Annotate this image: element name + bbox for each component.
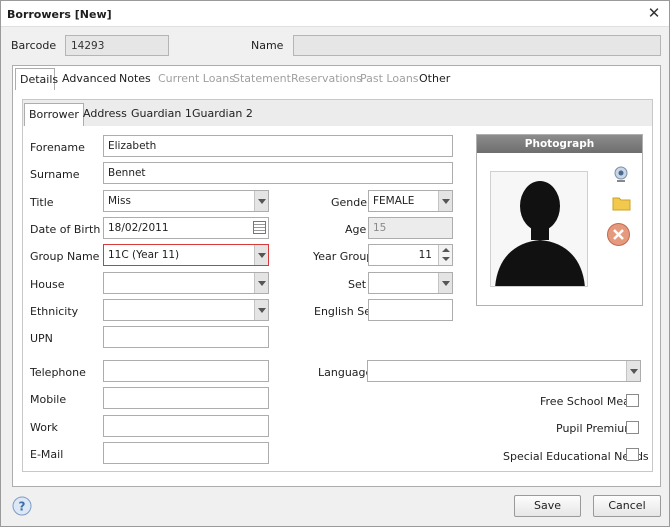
title-select[interactable]: Miss [103,190,269,212]
photograph-header: Photograph [477,135,642,153]
age-field: 15 [368,217,453,239]
group-name-select[interactable]: 11C (Year 11) [103,244,269,266]
tab-advanced[interactable]: Advanced [58,68,120,90]
ethnicity-select[interactable] [103,299,269,321]
group-name-label: Group Name [30,250,100,263]
gender-select[interactable]: FEMALE [368,190,453,212]
surname-input[interactable]: Bennet [103,162,453,184]
photo-placeholder-image [490,171,588,287]
english-set-input[interactable] [368,299,453,321]
email-input[interactable] [103,442,269,464]
subtab-address[interactable]: Address [79,103,131,125]
barcode-field[interactable]: 14293 [65,35,169,56]
spinner-icon[interactable] [438,245,452,265]
free-school-meals-label: Free School Meals [540,395,639,408]
year-group-value: 11 [418,249,432,261]
group-name-value: 11C (Year 11) [108,249,180,261]
email-label: E-Mail [30,448,64,461]
chevron-down-icon[interactable] [254,245,268,265]
delete-photo-icon[interactable] [606,222,631,247]
tab-details[interactable]: Details [15,68,58,90]
help-icon[interactable]: ? [12,496,32,516]
free-school-meals-checkbox[interactable] [626,394,639,407]
tab-notes[interactable]: Notes [115,68,155,90]
chevron-down-icon[interactable] [438,191,452,211]
set-select[interactable] [368,272,453,294]
year-group-stepper[interactable]: 11 [368,244,453,266]
cancel-button[interactable]: Cancel [593,495,661,517]
tab-other[interactable]: Other [415,68,454,90]
chevron-down-icon[interactable] [254,273,268,293]
title-value: Miss [108,195,131,207]
calendar-icon[interactable] [253,221,266,234]
telephone-label: Telephone [30,366,86,379]
folder-icon[interactable] [612,195,631,211]
name-field[interactable] [293,35,661,56]
upn-input[interactable] [103,326,269,348]
telephone-input[interactable] [103,360,269,382]
language-select[interactable] [367,360,641,382]
tab-statement[interactable]: Statement [229,68,295,90]
title-label: Title [30,196,54,209]
mobile-input[interactable] [103,387,269,409]
photograph-panel: Photograph [476,134,643,306]
ethnicity-label: Ethnicity [30,305,79,318]
tab-past-loans[interactable]: Past Loans [356,68,423,90]
webcam-icon[interactable] [612,165,630,183]
dob-value: 18/02/2011 [108,222,169,234]
upn-label: UPN [30,332,53,345]
svg-text:?: ? [19,500,26,514]
chevron-down-icon[interactable] [254,300,268,320]
work-label: Work [30,421,58,434]
chevron-down-icon[interactable] [438,273,452,293]
dob-label: Date of Birth [30,223,101,236]
gender-label: Gender [331,196,372,209]
chevron-down-icon[interactable] [254,191,268,211]
chevron-down-icon[interactable] [626,361,640,381]
tab-current-loans[interactable]: Current Loans [154,68,239,90]
subtab-borrower[interactable]: Borrower [24,103,84,126]
tab-reservations[interactable]: Reservations [287,68,366,90]
borrower-dialog: Borrowers [New] ✕ Barcode 14293 Name Det… [0,0,670,527]
dob-input[interactable]: 18/02/2011 [103,217,269,239]
pupil-premium-checkbox[interactable] [626,421,639,434]
name-label: Name [251,39,284,52]
special-needs-checkbox[interactable] [626,448,639,461]
house-label: House [30,278,65,291]
language-label: Language [318,366,373,379]
gender-value: FEMALE [373,195,415,207]
window-title: Borrowers [New] [7,8,112,21]
english-set-label: English Set [314,305,376,318]
mobile-label: Mobile [30,393,67,406]
barcode-label: Barcode [11,39,57,52]
work-input[interactable] [103,415,269,437]
save-button[interactable]: Save [514,495,581,517]
subtab-guardian-2[interactable]: Guardian 2 [188,103,257,125]
house-select[interactable] [103,272,269,294]
subtab-guardian-1[interactable]: Guardian 1 [127,103,196,125]
title-bar: Borrowers [New] ✕ [1,1,669,27]
close-icon[interactable]: ✕ [647,5,661,21]
pupil-premium-label: Pupil Premium [556,422,635,435]
set-label: Set [348,278,367,291]
surname-label: Surname [30,168,80,181]
forename-input[interactable]: Elizabeth [103,135,453,157]
age-label: Age [345,223,367,236]
year-group-label: Year Group [313,250,374,263]
forename-label: Forename [30,141,85,154]
